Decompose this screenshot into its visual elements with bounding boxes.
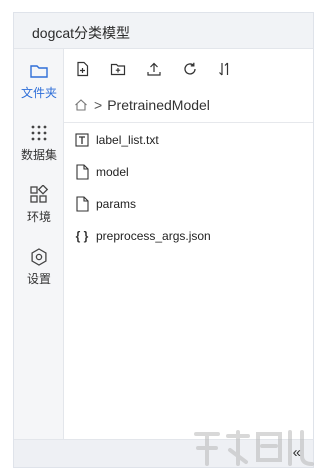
nav-item-label: 文件夹 [20,86,57,100]
breadcrumb: > PretrainedModel [74,95,210,115]
sort-button[interactable] [214,58,236,80]
new-folder-button[interactable] [107,58,129,80]
side-nav: 文件夹 数据集 环境 设置 [14,49,64,439]
nav-item-environment[interactable]: 环境 [14,185,64,225]
nav-item-settings[interactable]: 设置 [14,247,64,287]
file-icon [75,164,89,180]
nav-item-label: 环境 [26,210,51,224]
json-file-icon: { } [75,229,89,243]
file-name: preprocess_args.json [96,229,211,243]
divider [64,122,313,123]
file-name: label_list.txt [96,133,159,147]
new-folder-icon [110,63,126,76]
file-icon [75,196,89,212]
refresh-button[interactable] [179,58,201,80]
new-file-button[interactable] [72,58,94,80]
window-title: dogcat分类模型 [32,25,131,41]
nav-item-folder[interactable]: 文件夹 [14,61,64,101]
upload-icon [147,62,161,76]
dataset-grid-icon [31,125,47,141]
environment-blocks-icon [30,185,49,203]
settings-gear-icon [31,248,47,266]
folder-icon [30,65,48,78]
home-icon[interactable] [74,98,88,112]
file-name: params [96,197,137,211]
nav-item-label: 设置 [26,272,51,286]
file-item-params[interactable]: params [74,193,136,215]
text-file-icon [75,133,89,147]
title-bar: dogcat分类模型 [14,13,313,49]
new-file-icon [77,61,89,77]
refresh-icon [184,62,196,75]
nav-item-label: 数据集 [20,148,57,162]
file-browser-panel: dogcat分类模型 文件夹 数据集 环境 设置 > PretrainedMod… [13,12,314,468]
upload-button[interactable] [143,58,165,80]
file-item-preprocess-args[interactable]: { } preprocess_args.json [74,225,211,247]
sort-icon [219,62,229,76]
breadcrumb-current[interactable]: PretrainedModel [107,97,210,113]
breadcrumb-separator: > [94,97,103,113]
file-item-label-list[interactable]: label_list.txt [74,129,159,151]
watermark-logo [194,430,314,466]
nav-item-dataset[interactable]: 数据集 [14,123,64,163]
file-name: model [96,165,129,179]
file-item-model[interactable]: model [74,161,129,183]
